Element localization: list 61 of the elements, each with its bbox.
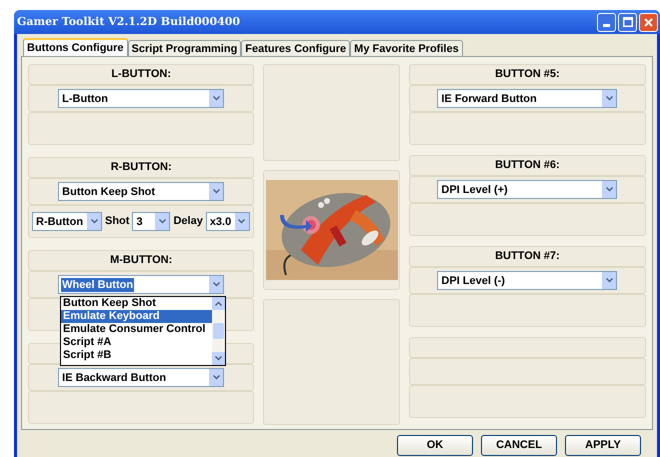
dropdown[interactable]: 3 (132, 212, 170, 231)
chevron-down-icon (212, 189, 220, 194)
list-option[interactable]: Emulate Keyboard (61, 310, 212, 323)
dropdown-value: DPI Level (-) (440, 274, 506, 288)
dropdown-value: DPI Level (+) (440, 182, 509, 196)
dialog-button[interactable]: CANCEL (481, 435, 557, 456)
dialog-button[interactable]: OK (397, 435, 473, 456)
chevron-down-icon (215, 356, 222, 361)
chevron-down-icon (606, 187, 613, 192)
list-option[interactable]: Script #A (61, 336, 212, 349)
chevron-down-icon (238, 219, 246, 224)
dropdown[interactable]: DPI Level (+) (437, 180, 618, 199)
section-title: BUTTON #6: (495, 158, 560, 174)
chevron-up-icon (215, 301, 222, 306)
section-title: BUTTON #7: (495, 249, 560, 264)
maximize-button[interactable] (618, 12, 637, 32)
section-title: R-BUTTON: (110, 160, 172, 176)
dropdown[interactable]: IE Backward Button (58, 368, 224, 387)
chevron-down-icon (158, 219, 166, 224)
dropdown-value: x3.0 (208, 214, 232, 228)
list-option[interactable]: Emulate Consumer Control (61, 323, 212, 336)
delay-label: Delay (173, 214, 203, 230)
tab[interactable]: Script Programming (128, 40, 242, 56)
chevron-down-icon (606, 96, 613, 101)
dropdown-value: IE Backward Button (61, 370, 168, 384)
close-icon (644, 18, 653, 26)
chevron-down-icon (606, 278, 613, 283)
window-title: Gamer Toolkit V2.1.2D Build000400 (17, 14, 242, 30)
dropdown-value: Button Keep Shot (61, 184, 156, 198)
dropdown[interactable]: R-Button (32, 212, 102, 231)
maximize-icon (622, 17, 632, 27)
scrollbar[interactable] (212, 297, 225, 365)
dropdown[interactable]: x3.0 (206, 212, 250, 231)
list-option[interactable]: Button Keep Shot (61, 297, 212, 310)
dropdown[interactable]: Wheel Button (58, 275, 224, 294)
dropdown-value: IE Forward Button (440, 92, 538, 106)
dropdown[interactable]: Button Keep Shot (58, 182, 224, 201)
close-button[interactable] (639, 12, 658, 32)
dropdown-value: 3 (135, 214, 144, 228)
shot-label: Shot (105, 214, 130, 230)
dropdown[interactable]: IE Forward Button (437, 89, 618, 108)
dropdown[interactable]: DPI Level (-) (437, 271, 618, 290)
section-title: L-BUTTON: (111, 67, 172, 82)
tab[interactable]: Buttons Configure (23, 38, 128, 56)
minimize-icon (603, 24, 610, 26)
list-option[interactable]: Script #B (61, 349, 212, 362)
section-title: BUTTON #5: (495, 67, 560, 82)
dropdown-value: R-Button (35, 214, 84, 228)
dialog-button[interactable]: APPLY (565, 435, 641, 456)
dropdown[interactable]: L-Button (58, 89, 224, 108)
dropdown-value: Wheel Button (61, 278, 134, 292)
scroll-thumb[interactable] (213, 323, 224, 339)
minimize-button[interactable] (597, 12, 616, 32)
chevron-down-icon (212, 282, 220, 287)
dropdown-value: L-Button (61, 92, 109, 106)
section-title: M-BUTTON: (110, 253, 172, 268)
chevron-down-icon (212, 375, 220, 380)
tab[interactable]: Features Configure (241, 40, 350, 56)
tab[interactable]: My Favorite Profiles (350, 40, 463, 56)
chevron-down-icon (212, 96, 220, 101)
chevron-down-icon (90, 219, 98, 224)
